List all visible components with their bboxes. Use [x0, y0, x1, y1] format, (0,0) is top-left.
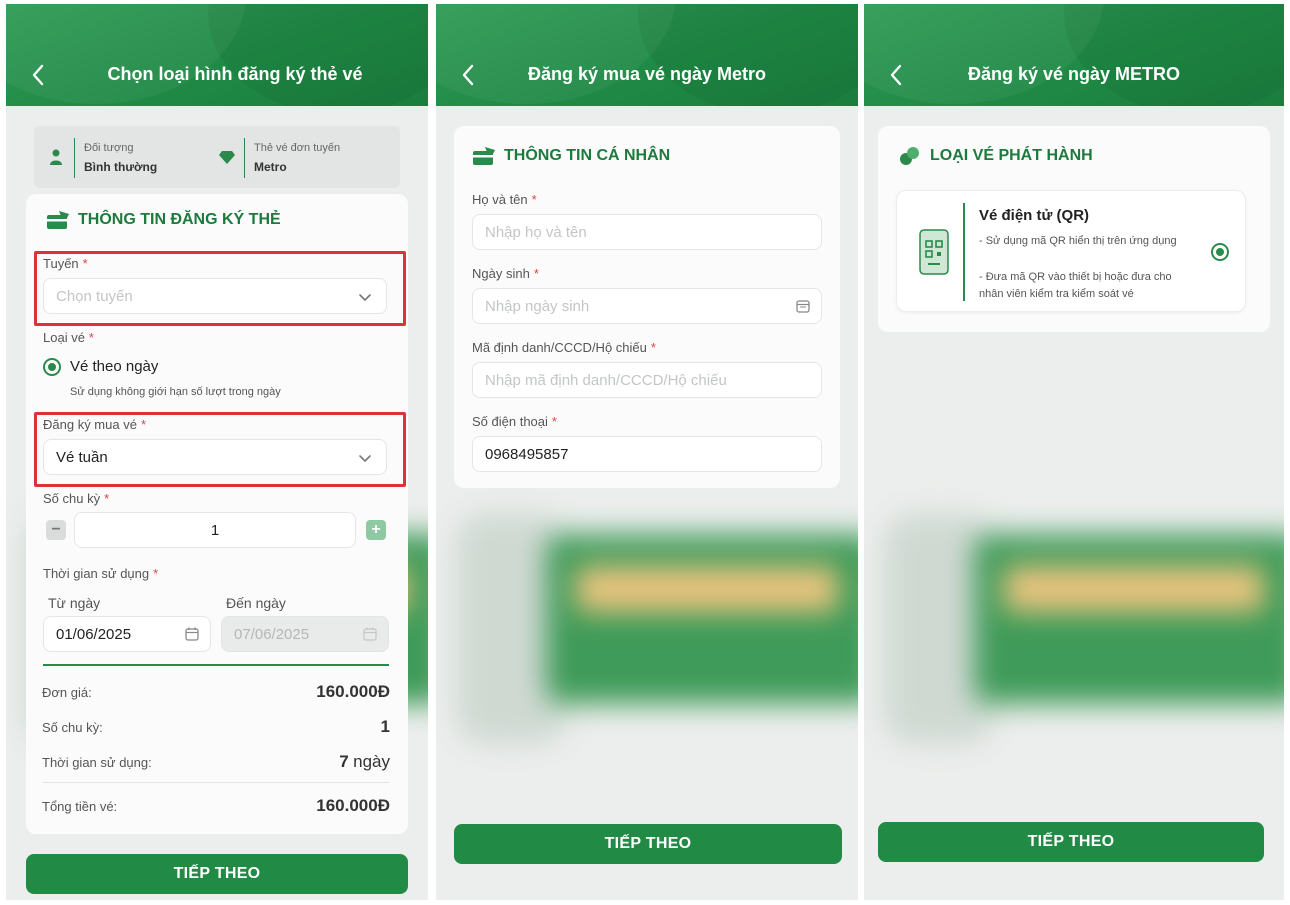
qr-phone-icon: [919, 229, 949, 275]
summary-unit-price: Đơn giá: 160.000Đ: [42, 682, 390, 701]
qr-ticket-option[interactable]: Vé điện tử (QR) - Sử dụng mã QR hiển thị…: [896, 190, 1246, 312]
id-placeholder: Nhập mã định danh/CCCD/Hộ chiếu: [485, 371, 727, 389]
cycles-value: 1: [210, 521, 220, 539]
phone-value: 0968495857: [485, 445, 569, 463]
summary-cycles: Số chu kỳ: 1: [42, 717, 390, 736]
blurred-background: [864, 474, 1284, 774]
name-input[interactable]: Nhập họ và tên: [472, 214, 822, 250]
ticket-option-label: Vé theo ngày: [70, 358, 159, 375]
highlight-box-route: [34, 251, 406, 326]
qr-option-radio[interactable]: [1211, 243, 1229, 261]
to-date-label: Đến ngày: [226, 595, 286, 611]
from-date-input[interactable]: 01/06/2025: [43, 616, 211, 652]
from-date-label: Từ ngày: [48, 595, 101, 611]
person-icon: [50, 149, 62, 165]
usage-time-label: Thời gian sử dụng *: [43, 566, 159, 581]
highlight-box-purchase: [34, 412, 406, 487]
app-header: Chọn loại hình đăng ký thẻ vé: [6, 4, 428, 106]
section-title: THÔNG TIN CÁ NHÂN: [472, 146, 670, 166]
card-icon: [47, 211, 69, 229]
decrement-button[interactable]: −: [46, 520, 66, 540]
dob-input[interactable]: Nhập ngày sinh: [472, 288, 822, 324]
next-button[interactable]: TIẾP THEO: [26, 854, 408, 894]
option-desc-1: - Sử dụng mã QR hiển thị trên ứng dụng: [979, 235, 1177, 247]
dob-placeholder: Nhập ngày sinh: [485, 297, 590, 315]
ticket-type-label: Loại vé *: [43, 330, 94, 345]
phone-label: Số điện thoại *: [472, 414, 557, 429]
subscriber-info-strip: Đối tượng Bình thường Thẻ vé đơn tuyến M…: [34, 126, 400, 188]
dob-label: Ngày sinh *: [472, 266, 539, 281]
to-date-input: 07/06/2025: [221, 616, 389, 652]
app-header: Đăng ký vé ngày METRO: [864, 4, 1284, 106]
next-button[interactable]: TIẾP THEO: [878, 822, 1264, 862]
section-title: THÔNG TIN ĐĂNG KÝ THẺ: [46, 210, 281, 230]
option-title: Vé điện tử (QR): [979, 207, 1090, 224]
summary-divider-2: [43, 782, 389, 783]
section-title-text: THÔNG TIN ĐĂNG KÝ THẺ: [78, 211, 281, 228]
plus-icon: +: [371, 521, 381, 538]
app-header: Đăng ký mua vé ngày Metro: [436, 4, 858, 106]
section-title-text: LOẠI VÉ PHÁT HÀNH: [930, 147, 1093, 164]
card-icon: [473, 147, 495, 165]
diamond-icon: [219, 151, 235, 164]
screen-ticket-registration-type: Chọn loại hình đăng ký thẻ vé Đối tượng …: [6, 4, 428, 900]
card-type-value: Metro: [254, 160, 287, 174]
name-placeholder: Nhập họ và tên: [485, 223, 587, 241]
ticket-option-desc: Sử dụng không giới hạn số lượt trong ngà…: [70, 386, 281, 398]
id-input[interactable]: Nhập mã định danh/CCCD/Hộ chiếu: [472, 362, 822, 398]
minus-icon: −: [51, 521, 61, 538]
object-label: Đối tượng: [84, 142, 134, 154]
object-value: Bình thường: [84, 160, 158, 174]
option-desc-2: - Đưa mã QR vào thiết bị hoặc đưa cho nh…: [979, 271, 1172, 300]
section-title-text: THÔNG TIN CÁ NHÂN: [504, 147, 671, 164]
blurred-background: [436, 474, 858, 774]
name-label: Họ và tên *: [472, 192, 537, 207]
next-button[interactable]: TIẾP THEO: [454, 824, 842, 864]
page-title: Đăng ký mua vé ngày Metro: [527, 64, 767, 84]
summary-total: Tổng tiền vé: 160.000Đ: [42, 796, 390, 815]
card-type-label: Thẻ vé đơn tuyến: [254, 142, 341, 154]
summary-divider: [43, 664, 389, 666]
page-title: Đăng ký vé ngày METRO: [967, 64, 1181, 84]
phone-input[interactable]: 0968495857: [472, 436, 822, 472]
page-title: Chọn loại hình đăng ký thẻ vé: [107, 64, 363, 84]
from-date-value: 01/06/2025: [56, 625, 132, 643]
screen-issued-ticket-type: Đăng ký vé ngày METRO LOẠI VÉ PHÁT HÀNH …: [864, 4, 1284, 900]
ticket-icon: [900, 147, 919, 165]
id-label: Mã định danh/CCCD/Hộ chiếu *: [472, 340, 656, 355]
summary-usage-time: Thời gian sử dụng: 7 ngày: [42, 752, 390, 771]
increment-button[interactable]: +: [366, 520, 386, 540]
cycles-label: Số chu kỳ *: [43, 491, 110, 506]
cycles-stepper-input[interactable]: 1: [74, 512, 356, 548]
section-title: LOẠI VÉ PHÁT HÀNH: [898, 146, 1093, 166]
calendar-icon: [363, 627, 377, 641]
screen-personal-info: Đăng ký mua vé ngày Metro THÔNG TIN CÁ N…: [436, 4, 858, 900]
calendar-icon: [796, 300, 810, 313]
ticket-option-radio[interactable]: [43, 358, 61, 376]
calendar-icon: [185, 627, 199, 641]
option-divider: [963, 203, 965, 301]
to-date-value: 07/06/2025: [234, 625, 310, 643]
